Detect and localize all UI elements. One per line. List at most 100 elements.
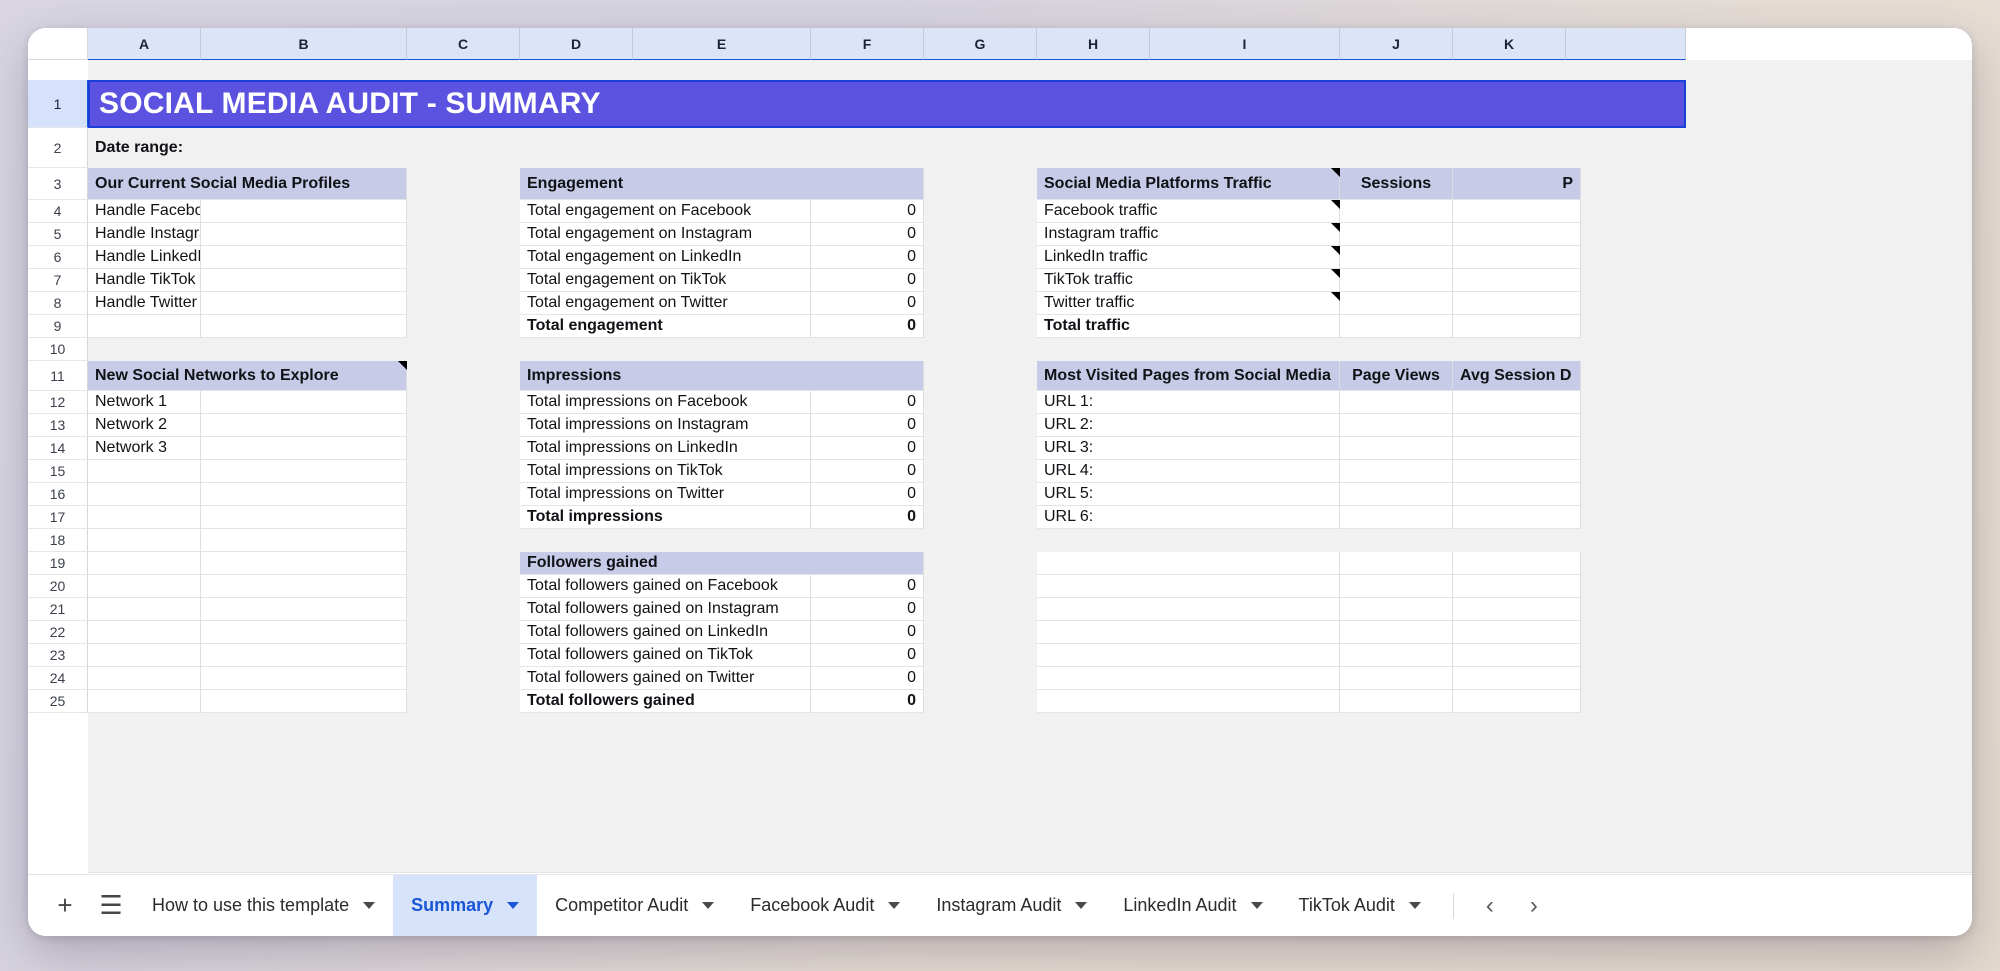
empty-a24[interactable]	[88, 667, 201, 690]
traffic-total-sessions[interactable]	[1340, 315, 1453, 338]
chevron-down-icon[interactable]	[702, 902, 715, 909]
traffic-partial-4[interactable]	[1453, 292, 1581, 315]
profile-label-3[interactable]: Handle TikTok	[88, 269, 201, 292]
row-header-16[interactable]: 16	[28, 483, 88, 506]
impressions-value-2[interactable]: 0	[811, 437, 924, 460]
traffic-partial-2[interactable]	[1453, 246, 1581, 269]
empty-b24[interactable]	[201, 667, 407, 690]
empty-b9[interactable]	[201, 315, 407, 338]
chevron-down-icon[interactable]	[1250, 902, 1263, 909]
empty-a18[interactable]	[88, 529, 201, 552]
column-header-c[interactable]: C	[407, 28, 520, 60]
chevron-down-icon[interactable]	[1075, 902, 1088, 909]
gap-right-row10[interactable]	[1037, 338, 1581, 361]
traffic-partial-0[interactable]	[1453, 200, 1581, 223]
traffic-label-1[interactable]: Instagram traffic	[1037, 223, 1340, 246]
empty-right-j19[interactable]	[1340, 552, 1453, 575]
empty-right-h19[interactable]	[1037, 552, 1340, 575]
impressions-label-3[interactable]: Total impressions on TikTok	[520, 460, 811, 483]
pages-header[interactable]: Most Visited Pages from Social Media	[1037, 361, 1340, 391]
traffic-sessions-3[interactable]	[1340, 269, 1453, 292]
followers-label-3[interactable]: Total followers gained on TikTok	[520, 644, 811, 667]
empty-right-k22[interactable]	[1453, 621, 1581, 644]
traffic-col-sessions[interactable]: Sessions	[1340, 168, 1453, 200]
sheet-tab-facebook-audit[interactable]: Facebook Audit	[732, 875, 918, 937]
pages-label-4[interactable]: URL 5:	[1037, 483, 1340, 506]
empty-right-k19[interactable]	[1453, 552, 1581, 575]
sheet-tab-instagram-audit[interactable]: Instagram Audit	[918, 875, 1105, 937]
empty-a9[interactable]	[88, 315, 201, 338]
pages-avgsession-1[interactable]	[1453, 414, 1581, 437]
row-header-12[interactable]: 12	[28, 391, 88, 414]
gap-mid-row10[interactable]	[520, 338, 924, 361]
network-value-1[interactable]	[201, 414, 407, 437]
empty-b19[interactable]	[201, 552, 407, 575]
row-header-21[interactable]: 21	[28, 598, 88, 621]
pages-label-5[interactable]: URL 6:	[1037, 506, 1340, 529]
pages-col-pageviews[interactable]: Page Views	[1340, 361, 1453, 391]
add-sheet-icon[interactable]: +	[42, 883, 88, 929]
row-header-23[interactable]: 23	[28, 644, 88, 667]
followers-value-2[interactable]: 0	[811, 621, 924, 644]
pages-views-4[interactable]	[1340, 483, 1453, 506]
pages-label-1[interactable]: URL 2:	[1037, 414, 1340, 437]
sheet-title-banner[interactable]: SOCIAL MEDIA AUDIT - SUMMARY	[88, 80, 1686, 128]
networks-header[interactable]: New Social Networks to Explore	[88, 361, 407, 391]
profile-value-3[interactable]	[201, 269, 407, 292]
pages-avgsession-0[interactable]	[1453, 391, 1581, 414]
row-header-22[interactable]: 22	[28, 621, 88, 644]
empty-b22[interactable]	[201, 621, 407, 644]
followers-total-label[interactable]: Total followers gained	[520, 690, 811, 713]
row-header-24[interactable]: 24	[28, 667, 88, 690]
network-value-2[interactable]	[201, 437, 407, 460]
row-header-11[interactable]: 11	[28, 361, 88, 391]
empty-a23[interactable]	[88, 644, 201, 667]
row-header-10[interactable]: 10	[28, 338, 88, 361]
empty-right-j21[interactable]	[1340, 598, 1453, 621]
empty-a19[interactable]	[88, 552, 201, 575]
empty-a22[interactable]	[88, 621, 201, 644]
engagement-value-3[interactable]: 0	[811, 269, 924, 292]
empty-right-h23[interactable]	[1037, 644, 1340, 667]
pages-views-0[interactable]	[1340, 391, 1453, 414]
empty-right-h25[interactable]	[1037, 690, 1340, 713]
engagement-label-0[interactable]: Total engagement on Facebook	[520, 200, 811, 223]
impressions-value-1[interactable]: 0	[811, 414, 924, 437]
followers-label-2[interactable]: Total followers gained on LinkedIn	[520, 621, 811, 644]
row-header-7[interactable]: 7	[28, 269, 88, 292]
empty-b21[interactable]	[201, 598, 407, 621]
impressions-value-4[interactable]: 0	[811, 483, 924, 506]
empty-right-h20[interactable]	[1037, 575, 1340, 598]
all-sheets-hamburger-icon[interactable]: ☰	[88, 883, 134, 929]
select-all-corner[interactable]	[28, 28, 88, 60]
empty-b20[interactable]	[201, 575, 407, 598]
empty-a15[interactable]	[88, 460, 201, 483]
profile-value-0[interactable]	[201, 200, 407, 223]
pages-label-2[interactable]: URL 3:	[1037, 437, 1340, 460]
empty-right-j24[interactable]	[1340, 667, 1453, 690]
empty-right-k25[interactable]	[1453, 690, 1581, 713]
network-label-0[interactable]: Network 1	[88, 391, 201, 414]
grid-canvas[interactable]: SOCIAL MEDIA AUDIT - SUMMARY Date range: O…	[88, 60, 1972, 872]
engagement-total-value[interactable]: 0	[811, 315, 924, 338]
traffic-total-partial[interactable]	[1453, 315, 1581, 338]
empty-a17[interactable]	[88, 506, 201, 529]
traffic-col-partial[interactable]: P	[1453, 168, 1581, 200]
empty-right-h24[interactable]	[1037, 667, 1340, 690]
column-header-e[interactable]: E	[633, 28, 811, 60]
empty-b25[interactable]	[201, 690, 407, 713]
empty-right-h22[interactable]	[1037, 621, 1340, 644]
row-header-3[interactable]: 3	[28, 168, 88, 200]
empty-a21[interactable]	[88, 598, 201, 621]
empty-right-k23[interactable]	[1453, 644, 1581, 667]
followers-label-0[interactable]: Total followers gained on Facebook	[520, 575, 811, 598]
empty-b16[interactable]	[201, 483, 407, 506]
traffic-partial-3[interactable]	[1453, 269, 1581, 292]
engagement-total-label[interactable]: Total engagement	[520, 315, 811, 338]
followers-label-1[interactable]: Total followers gained on Instagram	[520, 598, 811, 621]
pages-views-1[interactable]	[1340, 414, 1453, 437]
followers-value-0[interactable]: 0	[811, 575, 924, 598]
impressions-value-0[interactable]: 0	[811, 391, 924, 414]
row-header-2[interactable]: 2	[28, 128, 88, 168]
engagement-label-3[interactable]: Total engagement on TikTok	[520, 269, 811, 292]
